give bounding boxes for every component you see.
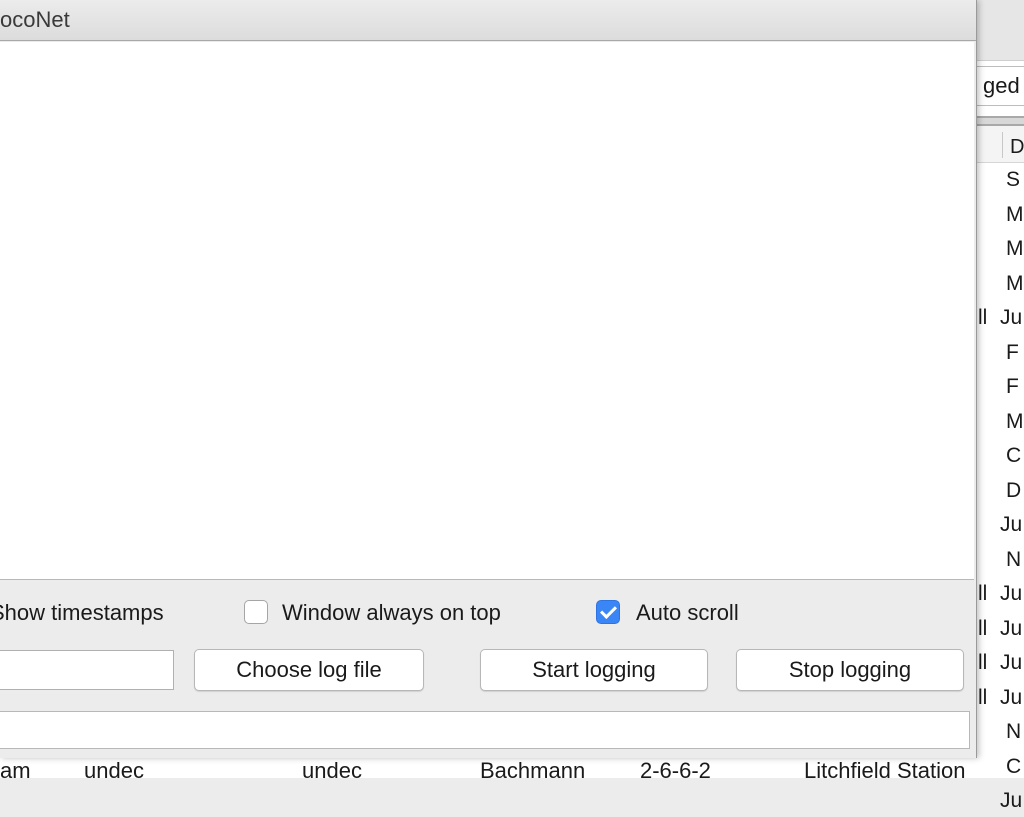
roster-cell: Ju (1000, 306, 1023, 329)
auto-scroll-checkbox[interactable] (596, 600, 620, 624)
roster-cell: N (1006, 720, 1022, 743)
cell-owner: Litchfield Station (804, 758, 966, 779)
cell-id: am (0, 758, 31, 779)
cell-dcc-address: undec (302, 758, 362, 779)
status-message-field[interactable] (0, 711, 970, 749)
roster-cell: Ju (1000, 686, 1023, 709)
column-header-date[interactable]: D (1010, 136, 1024, 159)
roster-cell-partial: ll (978, 686, 988, 709)
always-on-top-checkbox[interactable] (244, 600, 268, 624)
roster-cell: S (1006, 168, 1021, 191)
roster-cell-partial: ll (978, 582, 988, 605)
roster-cell: Ju (1000, 617, 1023, 640)
roster-cell: Ju (1000, 513, 1023, 536)
cell-model: 2-6-6-2 (640, 758, 711, 779)
roster-table-row[interactable]: am undec undec Bachmann 2-6-6-2 Litchfie… (0, 758, 976, 778)
window-titlebar[interactable]: ocoNet (0, 0, 976, 41)
roster-cell: C (1006, 755, 1022, 778)
roster-cell: M (1006, 272, 1024, 295)
auto-scroll-label[interactable]: Auto scroll (636, 598, 739, 628)
roster-cell: C (1006, 444, 1022, 467)
show-timestamps-label[interactable]: Show timestamps (0, 598, 164, 628)
roster-cell-partial: ll (978, 651, 988, 674)
roster-cell-partial: ll (978, 306, 988, 329)
cell-manufacturer: Bachmann (480, 758, 586, 779)
roster-cell: F (1006, 341, 1019, 364)
split-pane-divider[interactable] (976, 116, 1024, 126)
roster-cell: M (1006, 237, 1024, 260)
roster-toolbar (976, 0, 1024, 61)
roster-cell: Ju (1000, 651, 1023, 674)
window-title: ocoNet (0, 7, 70, 32)
roster-cell: F (1006, 375, 1019, 398)
roster-cell: N (1006, 548, 1022, 571)
stop-logging-button[interactable]: Stop logging (736, 649, 964, 691)
roster-cell: M (1006, 203, 1024, 226)
cell-road-number: undec (84, 758, 144, 779)
column-separator (1002, 132, 1003, 158)
roster-cell-partial: ll (978, 617, 988, 640)
start-logging-button[interactable]: Start logging (480, 649, 708, 691)
monitor-text-area[interactable] (0, 42, 974, 580)
choose-log-file-button[interactable]: Choose log file (194, 649, 424, 691)
loconet-monitor-window: ocoNet Show timestamps Window always on … (0, 0, 977, 758)
log-file-path-field[interactable] (0, 650, 174, 690)
roster-cell: Ju (1000, 582, 1023, 605)
roster-filter-field[interactable]: ged (976, 66, 1024, 106)
roster-filter-text: ged (983, 73, 1020, 98)
roster-cell: D (1006, 479, 1022, 502)
roster-cell: Ju (1000, 789, 1023, 812)
roster-cell: M (1006, 410, 1024, 433)
always-on-top-label[interactable]: Window always on top (282, 598, 501, 628)
options-row: Show timestamps Window always on top Aut… (0, 594, 976, 632)
